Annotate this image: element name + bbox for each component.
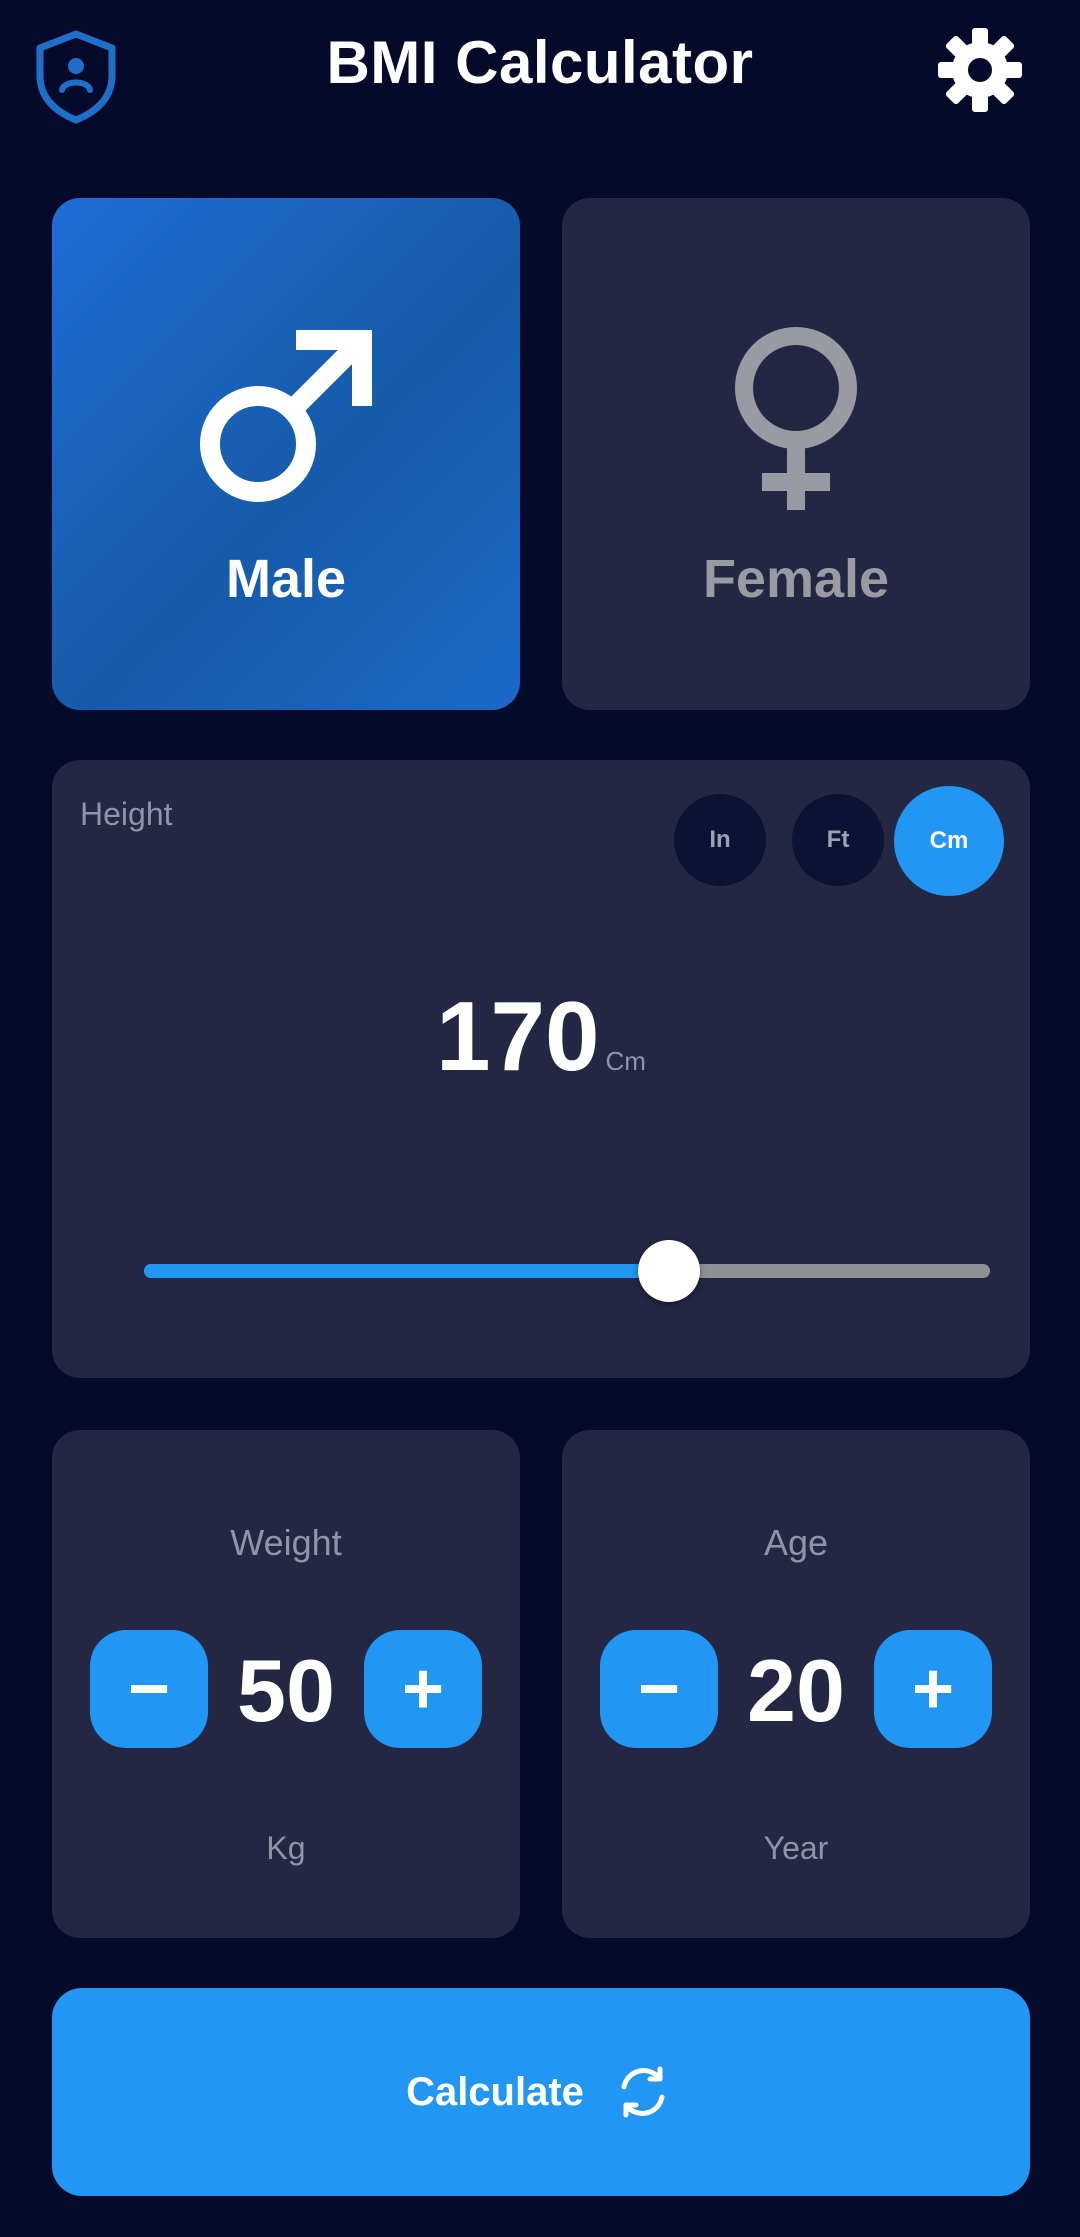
weight-increment-button[interactable]: + — [364, 1630, 482, 1748]
height-slider[interactable] — [144, 1240, 990, 1302]
refresh-icon — [621, 2066, 665, 2118]
unit-cm-button[interactable]: Cm — [894, 786, 1004, 896]
unit-in-button[interactable]: In — [674, 794, 766, 886]
weight-unit: Kg — [266, 1830, 306, 1866]
unit-ft-button[interactable]: Ft — [792, 794, 884, 886]
slider-thumb[interactable] — [637, 1240, 700, 1302]
age-unit: Year — [763, 1830, 829, 1866]
height-label: Height — [80, 796, 173, 832]
weight-title: Weight — [230, 1522, 342, 1563]
calculate-label: Calculate — [406, 2069, 584, 2114]
weight-card: Weight − 50 + Kg — [52, 1430, 520, 1938]
gender-card-male[interactable]: Male — [52, 198, 520, 710]
height-value: 170 — [436, 981, 600, 1091]
age-card: Age − 20 + Year — [562, 1430, 1030, 1938]
gender-label-female: Female — [702, 549, 890, 609]
calculate-button[interactable]: Calculate — [52, 1988, 1030, 2196]
height-card: Height In Ft Cm 170 Cm — [52, 760, 1030, 1378]
age-title: Age — [763, 1522, 829, 1563]
female-icon — [735, 327, 857, 510]
app-header: BMI Calculator — [0, 0, 1080, 140]
bmi-screen: BMI Calculator Male Female Height In Ft … — [0, 0, 1080, 2237]
male-icon — [200, 329, 373, 502]
slider-fill — [144, 1264, 669, 1278]
gear-icon[interactable] — [932, 22, 1028, 118]
height-value-display: 170 Cm — [52, 980, 1030, 1093]
gender-label-male: Male — [225, 549, 347, 609]
age-increment-button[interactable]: + — [874, 1630, 992, 1748]
gender-card-female[interactable]: Female — [562, 198, 1030, 710]
height-value-unit: Cm — [605, 1046, 646, 1076]
page-title: BMI Calculator — [326, 29, 754, 96]
